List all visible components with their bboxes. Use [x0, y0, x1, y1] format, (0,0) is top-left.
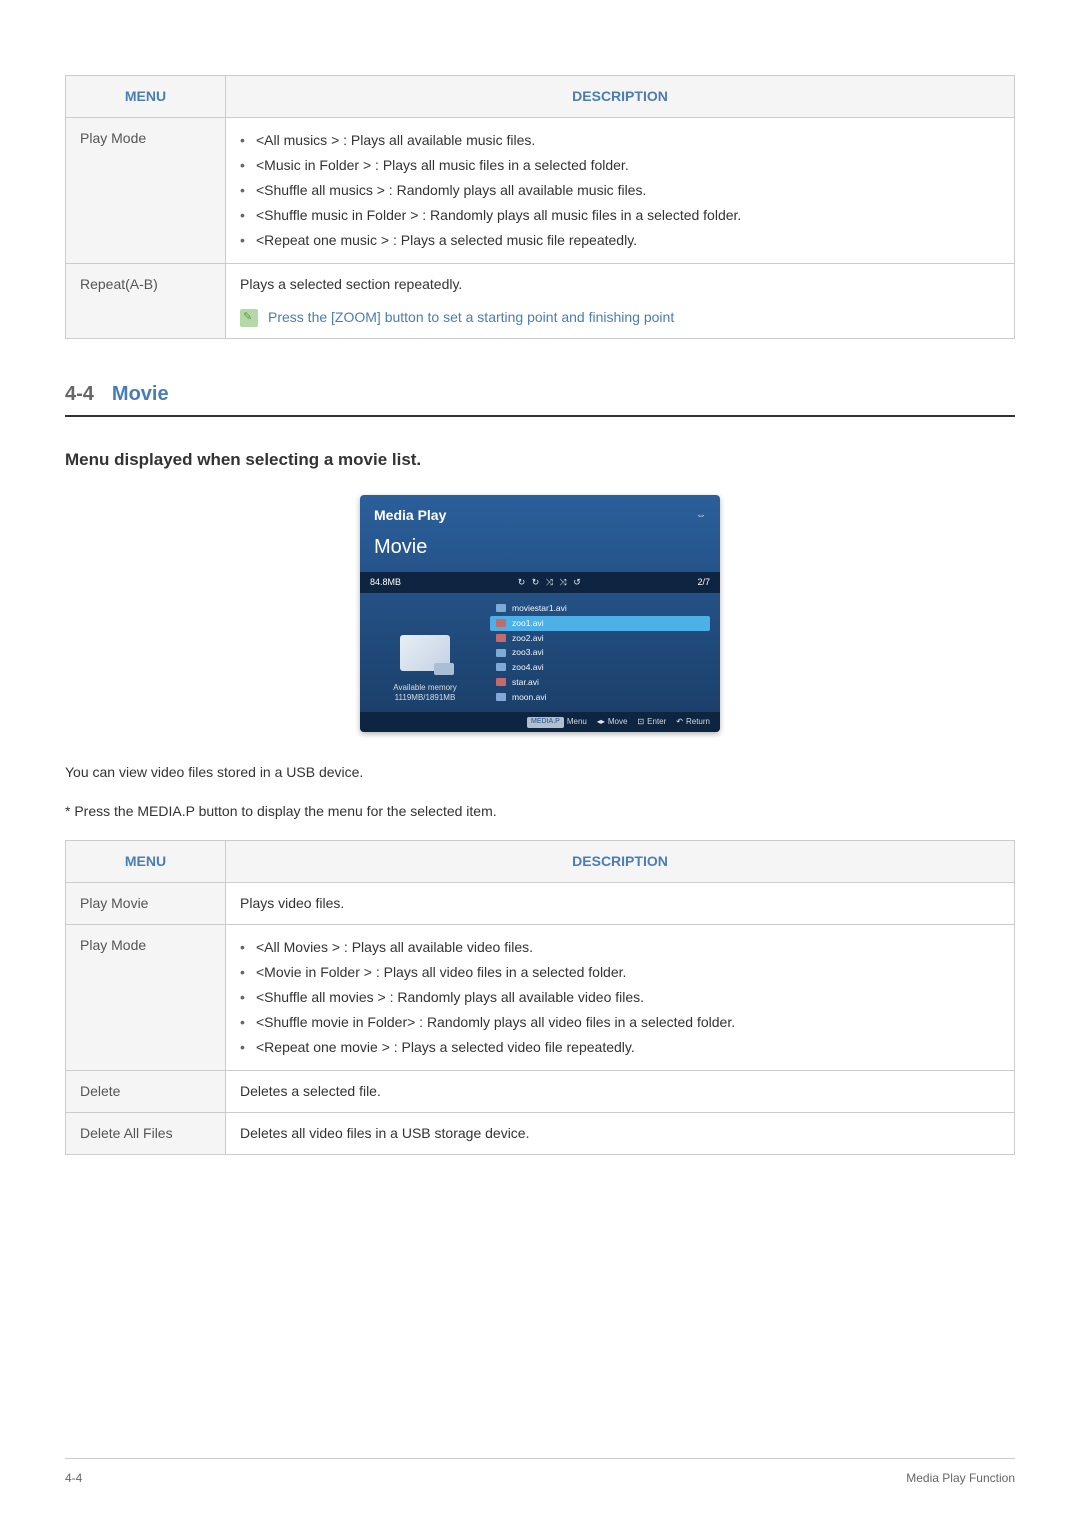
video-file-icon — [496, 663, 506, 671]
usb-icon: ⇔ — [696, 508, 706, 523]
body-text-1: You can view video files stored in a USB… — [65, 762, 1015, 783]
file-name: zoo2.avi — [512, 632, 544, 645]
description-cell: Deletes all video files in a USB storage… — [226, 1113, 1015, 1155]
loop-icon: ↺ — [573, 577, 581, 587]
list-item: <Repeat one movie > : Plays a selected v… — [240, 1035, 1000, 1060]
mp-playback-icons: ↻ ↻ ⤨ ⤨ ↺ — [516, 576, 583, 590]
file-item[interactable]: zoo2.avi — [490, 631, 710, 646]
list-item: <All musics > : Plays all available musi… — [240, 128, 1000, 153]
mp-section-title: Movie — [360, 530, 720, 572]
page-footer: 4-4 Media Play Function — [65, 1458, 1015, 1487]
menu-cell: Repeat(A-B) — [66, 264, 226, 339]
table-row: Play Movie Plays video files. — [66, 883, 1015, 925]
movie-options-table: MENU DESCRIPTION Play Movie Plays video … — [65, 840, 1015, 1155]
th-menu: MENU — [66, 841, 226, 883]
list-item: <All Movies > : Plays all available vide… — [240, 935, 1000, 960]
music-options-table: MENU DESCRIPTION Play Mode <All musics >… — [65, 75, 1015, 339]
list-item: <Repeat one music > : Plays a selected m… — [240, 228, 1000, 253]
section-header: 4-4 Movie — [65, 379, 1015, 417]
repeat-desc: Plays a selected section repeatedly. — [240, 274, 1000, 295]
footer-right: Media Play Function — [906, 1469, 1015, 1487]
note-box: Press the [ZOOM] button to set a startin… — [240, 307, 1000, 328]
description-cell: <All Movies > : Plays all available vide… — [226, 925, 1015, 1071]
media-play-ui: Media Play ⇔ Movie 84.8MB ↻ ↻ ⤨ ⤨ ↺ 2/7 … — [360, 495, 720, 733]
menu-cell: Delete — [66, 1071, 226, 1113]
list-item: <Shuffle all movies > : Randomly plays a… — [240, 985, 1000, 1010]
table-row: Repeat(A-B) Plays a selected section rep… — [66, 264, 1015, 339]
mp-file-list: moviestar1.avi zoo1.avi zoo2.avizoo3.avi zo… — [490, 601, 710, 704]
video-file-icon — [496, 649, 506, 657]
footer-return: ↶ Return — [676, 716, 710, 728]
video-file-icon — [496, 634, 506, 642]
menu-cell: Play Mode — [66, 925, 226, 1071]
footer-move: ◂▸ Move — [597, 716, 628, 728]
screenshot-container: Media Play ⇔ Movie 84.8MB ↻ ↻ ⤨ ⤨ ↺ 2/7 … — [65, 495, 1015, 733]
body-text-2: * Press the MEDIA.P button to display th… — [65, 801, 1015, 822]
table-row: Delete Deletes a selected file. — [66, 1071, 1015, 1113]
file-name: moviestar1.avi — [512, 602, 567, 615]
mp-footer: MEDIA.PMenu ◂▸ Move ⊡ Enter ↶ Return — [360, 712, 720, 732]
file-name: zoo3.avi — [512, 646, 544, 659]
th-menu: MENU — [66, 76, 226, 118]
menu-cell: Play Movie — [66, 883, 226, 925]
file-item[interactable]: zoo1.avi — [490, 616, 710, 631]
shuffle-icon: ⤨ — [560, 577, 567, 587]
file-item[interactable]: zoo4.avi — [490, 660, 710, 675]
mp-count: 2/7 — [697, 576, 710, 590]
menu-cell: Delete All Files — [66, 1113, 226, 1155]
mp-info-bar: 84.8MB ↻ ↻ ⤨ ⤨ ↺ 2/7 — [360, 572, 720, 594]
mem-value: 1119MB/1891MB — [393, 693, 456, 703]
note-text: Press the [ZOOM] button to set a startin… — [268, 307, 674, 328]
table-row: Play Mode <All Movies > : Plays all avai… — [66, 925, 1015, 1071]
video-file-icon — [496, 604, 506, 612]
section-title: Movie — [112, 379, 169, 409]
mp-right-panel: moviestar1.avi zoo1.avi zoo2.avizoo3.avi zo… — [490, 593, 720, 712]
video-file-icon — [496, 693, 506, 701]
file-item[interactable]: moviestar1.avi — [490, 601, 710, 616]
footer-enter: ⊡ Enter — [637, 716, 666, 728]
list-item: <Movie in Folder > : Plays all video fil… — [240, 960, 1000, 985]
file-name: star.avi — [512, 676, 539, 689]
list-item: <Shuffle all musics > : Randomly plays a… — [240, 178, 1000, 203]
video-file-icon — [496, 678, 506, 686]
mp-body: Available memory 1119MB/1891MB moviestar… — [360, 593, 720, 712]
note-icon — [240, 309, 258, 327]
repeat-one-icon: ↻ — [532, 577, 540, 587]
file-name: zoo1.avi — [512, 617, 544, 630]
section-number: 4-4 — [65, 379, 94, 409]
menu-cell: Play Mode — [66, 118, 226, 264]
repeat-icon: ↻ — [518, 577, 526, 587]
folder-thumbnail-icon — [400, 635, 450, 671]
mp-memory: Available memory 1119MB/1891MB — [393, 683, 456, 702]
media-p-badge: MEDIA.P — [527, 717, 564, 728]
subsection-title: Menu displayed when selecting a movie li… — [65, 447, 1015, 473]
description-cell: Plays a selected section repeatedly. Pre… — [226, 264, 1015, 339]
video-file-icon — [496, 619, 506, 627]
footer-left: 4-4 — [65, 1469, 82, 1487]
description-cell: <All musics > : Plays all available musi… — [226, 118, 1015, 264]
shuffle-icon: ⤨ — [546, 577, 553, 587]
mp-left-panel: Available memory 1119MB/1891MB — [360, 593, 490, 712]
mem-label: Available memory — [393, 683, 456, 693]
description-cell: Deletes a selected file. — [226, 1071, 1015, 1113]
table-row: Play Mode <All musics > : Plays all avai… — [66, 118, 1015, 264]
table-row: Delete All Files Deletes all video files… — [66, 1113, 1015, 1155]
list-item: <Shuffle music in Folder > : Randomly pl… — [240, 203, 1000, 228]
footer-menu: MEDIA.PMenu — [527, 716, 587, 728]
mp-header-title: Media Play — [374, 505, 446, 526]
mp-size: 84.8MB — [370, 576, 401, 590]
play-mode-list: <All Movies > : Plays all available vide… — [240, 935, 1000, 1060]
file-item[interactable]: moon.avi — [490, 690, 710, 705]
file-name: moon.avi — [512, 691, 547, 704]
th-description: DESCRIPTION — [226, 841, 1015, 883]
file-name: zoo4.avi — [512, 661, 544, 674]
mp-header: Media Play ⇔ — [360, 495, 720, 530]
file-item[interactable]: zoo3.avi — [490, 645, 710, 660]
description-cell: Plays video files. — [226, 883, 1015, 925]
list-item: <Shuffle movie in Folder> : Randomly pla… — [240, 1010, 1000, 1035]
th-description: DESCRIPTION — [226, 76, 1015, 118]
play-mode-list: <All musics > : Plays all available musi… — [240, 128, 1000, 253]
file-item[interactable]: star.avi — [490, 675, 710, 690]
list-item: <Music in Folder > : Plays all music fil… — [240, 153, 1000, 178]
